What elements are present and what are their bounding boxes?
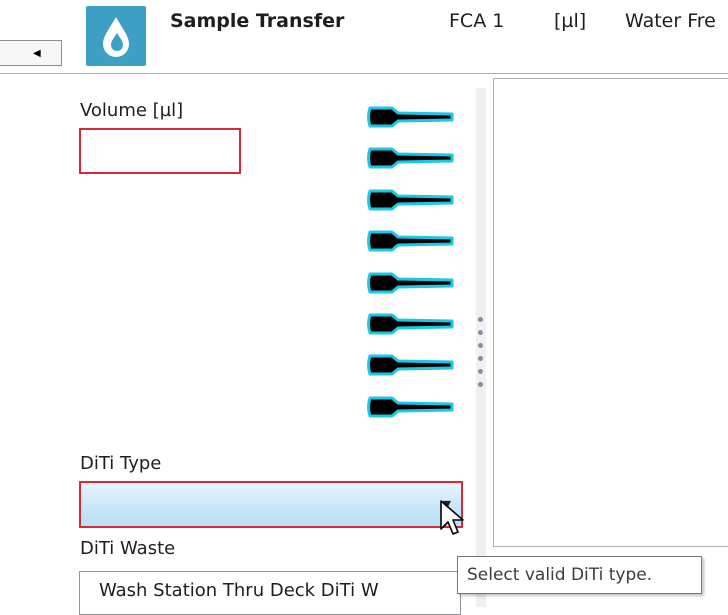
diti-waste-label: DiTi Waste xyxy=(80,538,176,559)
unit-label: [µl] xyxy=(554,10,587,32)
pipette-tip-icon xyxy=(367,354,454,376)
water-drops-icon xyxy=(86,6,146,66)
fca-label: FCA 1 xyxy=(449,10,505,32)
splitter-grip-icon[interactable] xyxy=(478,317,484,395)
collapsed-tab[interactable]: ◀ xyxy=(0,40,62,66)
diti-type-select[interactable]: ▼ xyxy=(79,481,463,528)
liquid-class-label: Water Fre xyxy=(625,10,716,32)
pipette-tip-icon xyxy=(367,313,454,335)
tip-column xyxy=(364,100,464,430)
mouse-cursor-icon xyxy=(440,500,464,535)
validation-tooltip: Select valid DiTi type. xyxy=(457,556,702,594)
pipette-tip-icon xyxy=(367,147,454,169)
diti-type-label: DiTi Type xyxy=(80,453,162,474)
volume-label: Volume [µl] xyxy=(80,100,184,121)
pipette-tip-icon xyxy=(367,272,454,294)
pipette-tip-icon xyxy=(367,106,454,128)
page-title: Sample Transfer xyxy=(170,10,345,32)
tooltip-text: Select valid DiTi type. xyxy=(467,565,653,585)
header-divider xyxy=(0,73,728,74)
pipette-tip-icon xyxy=(367,396,454,418)
diti-waste-select[interactable]: Wash Station Thru Deck DiTi W xyxy=(79,571,461,615)
pipette-tip-icon xyxy=(367,230,454,252)
diti-waste-value: Wash Station Thru Deck DiTi W xyxy=(99,580,379,601)
volume-input[interactable] xyxy=(79,128,241,174)
pipette-tip-icon xyxy=(367,189,454,211)
worktable-canvas[interactable] xyxy=(493,78,728,547)
collapse-arrow-icon[interactable]: ◀ xyxy=(33,49,41,59)
